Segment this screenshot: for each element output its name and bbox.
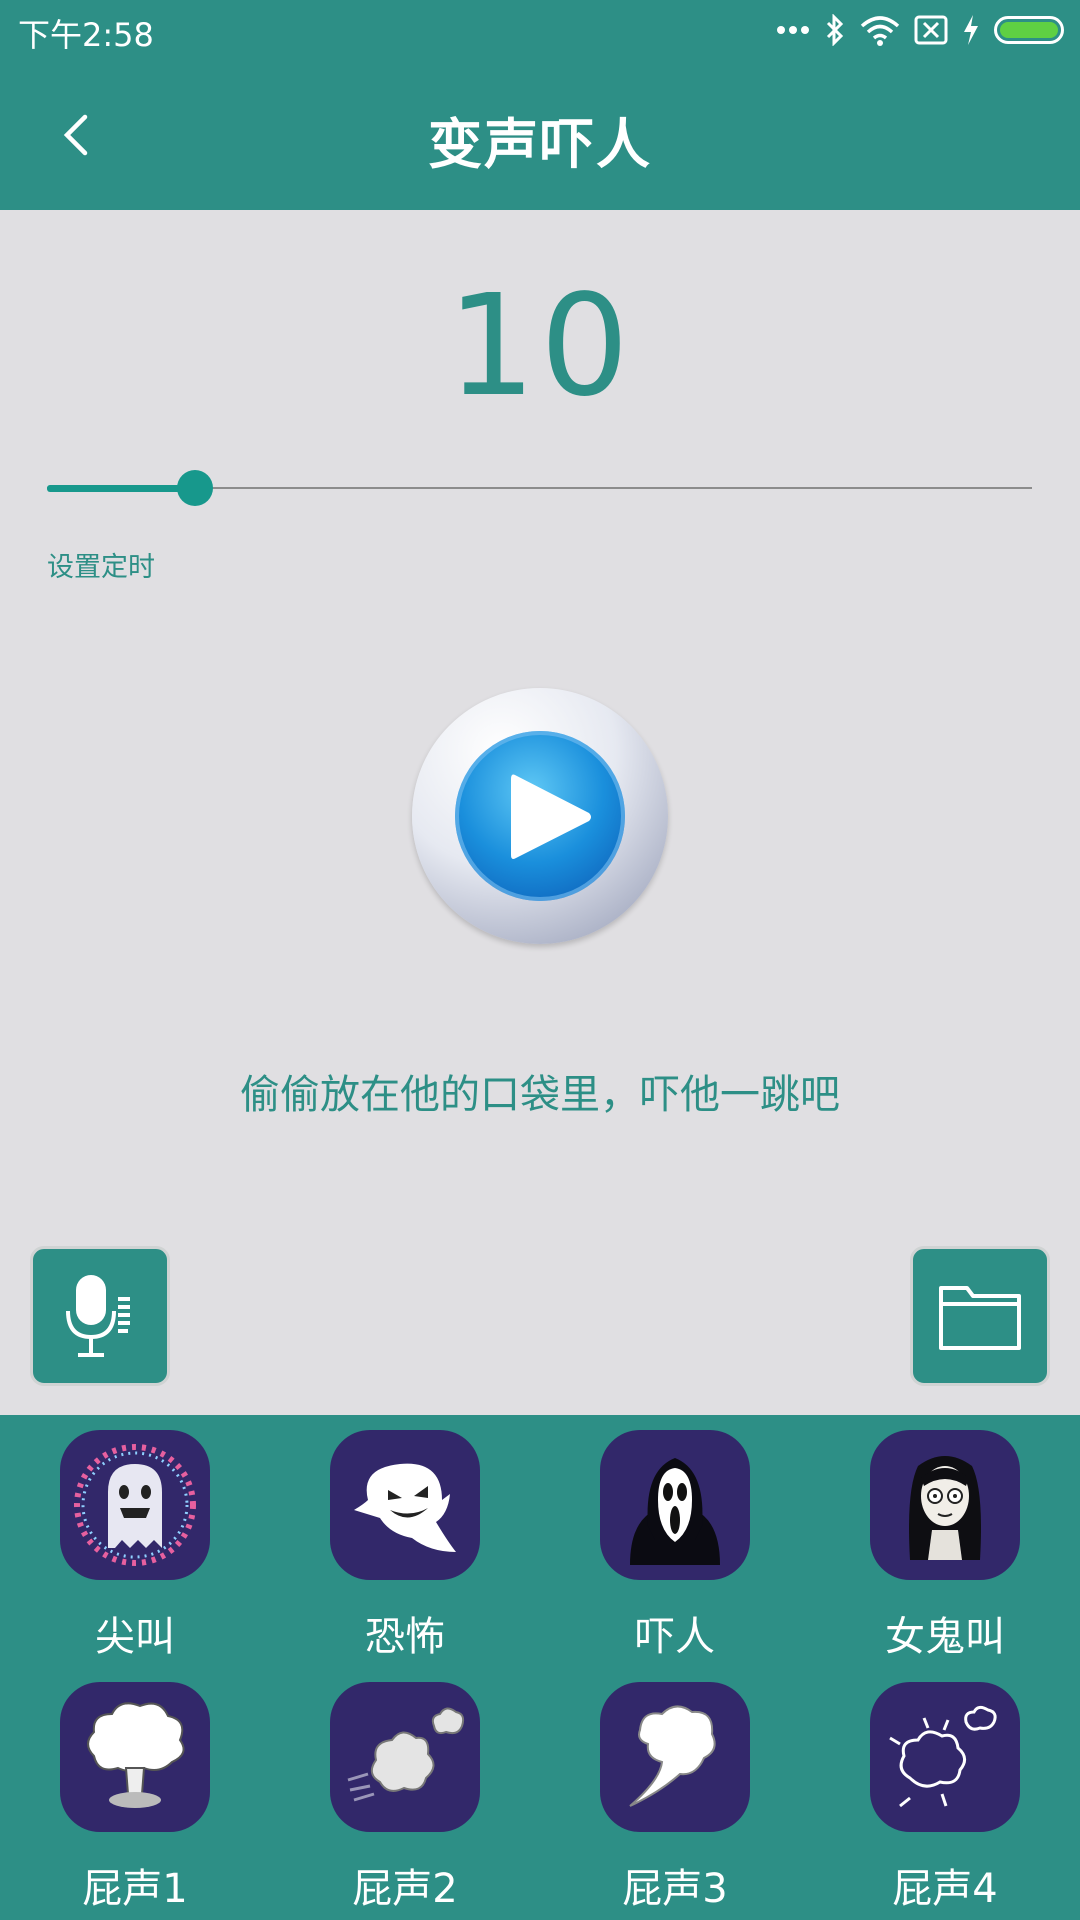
screaming-ghost-icon <box>74 1444 196 1566</box>
sound-tile[interactable] <box>60 1682 210 1832</box>
top-bar: 下午2:58 变声吓人 <box>0 0 1080 210</box>
play-icon <box>511 774 591 859</box>
charging-icon <box>962 12 980 48</box>
timer-value: 10 <box>446 265 634 428</box>
folder-icon <box>939 1286 1021 1350</box>
folder-button[interactable] <box>910 1246 1050 1386</box>
sound-label: 女鬼叫 <box>885 1614 1005 1660</box>
status-time: 下午2:58 <box>18 16 154 54</box>
play-button-inner <box>455 731 625 901</box>
sound-item-scream[interactable]: 尖叫 <box>35 1430 235 1662</box>
timer-slider[interactable] <box>47 468 1032 508</box>
mushroom-cloud-icon <box>87 1702 185 1808</box>
timer-label: 设置定时 <box>47 552 155 583</box>
sound-grid: 尖叫 恐怖 吓人 女鬼叫 屁声1 屁声2 屁声3 屁声4 <box>0 1415 1080 1920</box>
more-dots-icon <box>776 12 810 48</box>
battery-icon <box>994 12 1064 48</box>
hint-text: 偷偷放在他的口袋里，吓他一跳吧 <box>240 1072 840 1118</box>
sound-tile[interactable] <box>870 1430 1020 1580</box>
puff-cloud-icon <box>347 1707 465 1802</box>
sound-label: 恐怖 <box>365 1614 445 1660</box>
burst-cloud-icon <box>889 1705 997 1808</box>
sound-item-female-ghost[interactable]: 女鬼叫 <box>845 1430 1045 1662</box>
slider-fill <box>47 485 195 492</box>
sound-item-fart-4[interactable]: 屁声4 <box>845 1682 1045 1914</box>
gust-cloud-icon <box>629 1705 716 1807</box>
sound-item-fart-1[interactable]: 屁声1 <box>35 1682 235 1914</box>
sound-item-fart-2[interactable]: 屁声2 <box>305 1682 505 1914</box>
sound-tile[interactable] <box>330 1682 480 1832</box>
page-title: 变声吓人 <box>428 113 652 176</box>
sound-tile[interactable] <box>600 1430 750 1580</box>
sound-item-scare[interactable]: 吓人 <box>575 1430 775 1662</box>
slider-thumb[interactable] <box>176 470 213 506</box>
wifi-icon <box>860 12 900 48</box>
sound-label: 屁声3 <box>622 1866 728 1912</box>
sound-label: 屁声1 <box>82 1866 188 1912</box>
female-ghost-icon <box>909 1456 981 1560</box>
sound-tile[interactable] <box>330 1430 480 1580</box>
ghost-icon <box>354 1463 456 1552</box>
sound-item-horror[interactable]: 恐怖 <box>305 1430 505 1662</box>
sound-tile[interactable] <box>870 1682 1020 1832</box>
sim-off-icon <box>914 12 948 48</box>
sound-item-fart-3[interactable]: 屁声3 <box>575 1682 775 1914</box>
status-icons <box>776 12 1064 48</box>
sound-label: 屁声4 <box>892 1866 998 1912</box>
sound-label: 吓人 <box>635 1614 715 1660</box>
record-button[interactable] <box>30 1246 170 1386</box>
sound-tile[interactable] <box>60 1430 210 1580</box>
sound-label: 屁声2 <box>352 1866 458 1912</box>
status-bar: 下午2:58 <box>0 0 1080 60</box>
scream-mask-icon <box>630 1458 720 1565</box>
sound-label: 尖叫 <box>95 1614 175 1660</box>
microphone-icon <box>66 1275 130 1357</box>
bluetooth-icon <box>824 12 846 48</box>
play-button[interactable] <box>412 688 668 944</box>
sound-tile[interactable] <box>600 1682 750 1832</box>
